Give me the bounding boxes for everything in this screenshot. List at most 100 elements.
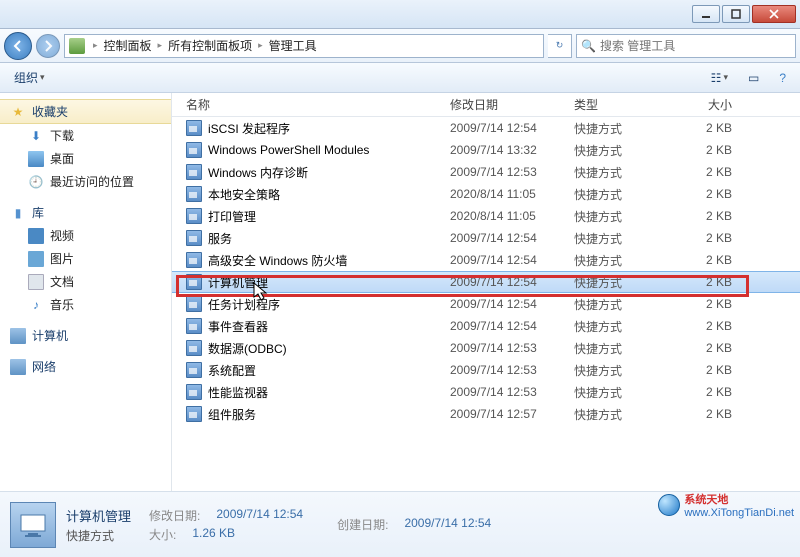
sidebar-libraries[interactable]: ▮ 库	[0, 201, 171, 224]
file-name: 打印管理	[208, 208, 256, 225]
file-list-panel: 名称 修改日期 类型 大小 iSCSI 发起程序2009/7/14 12:54快…	[172, 93, 800, 491]
close-button[interactable]	[752, 5, 796, 23]
chevron-right-icon: ▸	[258, 40, 263, 51]
file-size: 2 KB	[678, 297, 738, 311]
file-row[interactable]: Windows 内存诊断2009/7/14 12:53快捷方式2 KB	[172, 161, 800, 183]
organize-button[interactable]: 组织 ▾	[8, 67, 51, 88]
nav-forward-button[interactable]	[36, 34, 60, 58]
video-icon	[28, 228, 44, 244]
view-options-button[interactable]: ☷ ▾	[705, 69, 734, 87]
column-size[interactable]: 大小	[678, 96, 738, 113]
file-row[interactable]: iSCSI 发起程序2009/7/14 12:54快捷方式2 KB	[172, 117, 800, 139]
file-date: 2009/7/14 12:54	[444, 319, 568, 333]
column-type[interactable]: 类型	[568, 96, 678, 113]
sidebar-network-label: 网络	[32, 358, 56, 375]
file-row[interactable]: 高级安全 Windows 防火墙2009/7/14 12:54快捷方式2 KB	[172, 249, 800, 271]
file-row[interactable]: 服务2009/7/14 12:54快捷方式2 KB	[172, 227, 800, 249]
column-date[interactable]: 修改日期	[444, 96, 568, 113]
details-size-value: 1.26 KB	[192, 526, 235, 543]
sidebar-item-desktop[interactable]: 桌面	[0, 147, 171, 170]
help-button[interactable]: ?	[773, 69, 792, 87]
sidebar-favorites[interactable]: ★ 收藏夹	[0, 99, 171, 124]
file-date: 2009/7/14 12:53	[444, 165, 568, 179]
file-row[interactable]: 事件查看器2009/7/14 12:54快捷方式2 KB	[172, 315, 800, 337]
refresh-button[interactable]: ↻	[548, 34, 572, 58]
file-name: 系统配置	[208, 362, 256, 379]
file-date: 2009/7/14 12:54	[444, 297, 568, 311]
globe-icon	[658, 494, 680, 516]
titlebar	[0, 0, 800, 29]
file-name: 组件服务	[208, 406, 256, 423]
file-date: 2009/7/14 12:53	[444, 341, 568, 355]
file-type: 快捷方式	[568, 142, 678, 159]
toolbar: 组织 ▾ ☷ ▾ ▭ ?	[0, 63, 800, 93]
picture-icon	[28, 251, 44, 267]
sidebar-item-downloads[interactable]: ⬇下载	[0, 124, 171, 147]
maximize-button[interactable]	[722, 5, 750, 23]
file-row[interactable]: 系统配置2009/7/14 12:53快捷方式2 KB	[172, 359, 800, 381]
sidebar-computer[interactable]: 计算机	[0, 324, 171, 347]
star-icon: ★	[10, 104, 26, 120]
file-name: 性能监视器	[208, 384, 268, 401]
address-bar: ▸ 控制面板 ▸ 所有控制面板项 ▸ 管理工具 ↻ 🔍	[0, 29, 800, 63]
sidebar-item-documents[interactable]: 文档	[0, 270, 171, 293]
breadcrumb-seg-2[interactable]: 所有控制面板项	[166, 35, 254, 56]
computer-icon	[10, 328, 26, 344]
chevron-right-icon: ▸	[93, 40, 98, 51]
nav-back-button[interactable]	[4, 32, 32, 60]
file-size: 2 KB	[678, 275, 738, 289]
shortcut-icon	[186, 274, 202, 290]
file-size: 2 KB	[678, 341, 738, 355]
shortcut-icon	[186, 164, 202, 180]
file-size: 2 KB	[678, 363, 738, 377]
network-icon	[10, 359, 26, 375]
shortcut-icon	[186, 296, 202, 312]
navigation-sidebar: ★ 收藏夹 ⬇下载 桌面 🕘最近访问的位置 ▮ 库 视频 图片 文档 ♪音乐 计…	[0, 93, 172, 491]
file-row[interactable]: 组件服务2009/7/14 12:57快捷方式2 KB	[172, 403, 800, 425]
sidebar-computer-label: 计算机	[32, 327, 68, 344]
details-date-label: 修改日期:	[149, 507, 200, 524]
details-date-value: 2009/7/14 12:54	[216, 507, 303, 524]
file-row[interactable]: 本地安全策略2020/8/14 11:05快捷方式2 KB	[172, 183, 800, 205]
file-date: 2009/7/14 12:54	[444, 253, 568, 267]
download-icon: ⬇	[28, 128, 44, 144]
file-date: 2009/7/14 13:32	[444, 143, 568, 157]
file-size: 2 KB	[678, 319, 738, 333]
minimize-button[interactable]	[692, 5, 720, 23]
file-row[interactable]: 打印管理2020/8/14 11:05快捷方式2 KB	[172, 205, 800, 227]
file-type: 快捷方式	[568, 186, 678, 203]
desktop-icon	[28, 151, 44, 167]
file-size: 2 KB	[678, 165, 738, 179]
search-input[interactable]	[600, 39, 791, 53]
sidebar-item-pictures[interactable]: 图片	[0, 247, 171, 270]
details-created-value: 2009/7/14 12:54	[404, 516, 491, 533]
breadcrumb-seg-1[interactable]: 控制面板	[102, 35, 154, 56]
file-name: iSCSI 发起程序	[208, 120, 290, 137]
sidebar-item-recent[interactable]: 🕘最近访问的位置	[0, 170, 171, 193]
column-name[interactable]: 名称	[180, 96, 444, 113]
file-type: 快捷方式	[568, 318, 678, 335]
file-date: 2009/7/14 12:54	[444, 121, 568, 135]
file-row[interactable]: 计算机管理2009/7/14 12:54快捷方式2 KB	[172, 271, 800, 293]
file-type: 快捷方式	[568, 164, 678, 181]
sidebar-item-videos[interactable]: 视频	[0, 224, 171, 247]
file-row[interactable]: 性能监视器2009/7/14 12:53快捷方式2 KB	[172, 381, 800, 403]
column-headers: 名称 修改日期 类型 大小	[172, 93, 800, 117]
breadcrumb-seg-3[interactable]: 管理工具	[267, 35, 319, 56]
sidebar-network[interactable]: 网络	[0, 355, 171, 378]
shortcut-icon	[186, 142, 202, 158]
sidebar-item-music[interactable]: ♪音乐	[0, 293, 171, 316]
search-box[interactable]: 🔍	[576, 34, 796, 58]
file-row[interactable]: Windows PowerShell Modules2009/7/14 13:3…	[172, 139, 800, 161]
preview-pane-button[interactable]: ▭	[742, 69, 765, 87]
file-name: 本地安全策略	[208, 186, 280, 203]
details-size-label: 大小:	[149, 526, 176, 543]
file-row[interactable]: 数据源(ODBC)2009/7/14 12:53快捷方式2 KB	[172, 337, 800, 359]
file-date: 2009/7/14 12:54	[444, 231, 568, 245]
control-panel-icon	[69, 38, 85, 54]
breadcrumb[interactable]: ▸ 控制面板 ▸ 所有控制面板项 ▸ 管理工具	[64, 34, 544, 58]
file-row[interactable]: 任务计划程序2009/7/14 12:54快捷方式2 KB	[172, 293, 800, 315]
file-type: 快捷方式	[568, 252, 678, 269]
sidebar-favorites-label: 收藏夹	[32, 103, 68, 120]
file-size: 2 KB	[678, 209, 738, 223]
